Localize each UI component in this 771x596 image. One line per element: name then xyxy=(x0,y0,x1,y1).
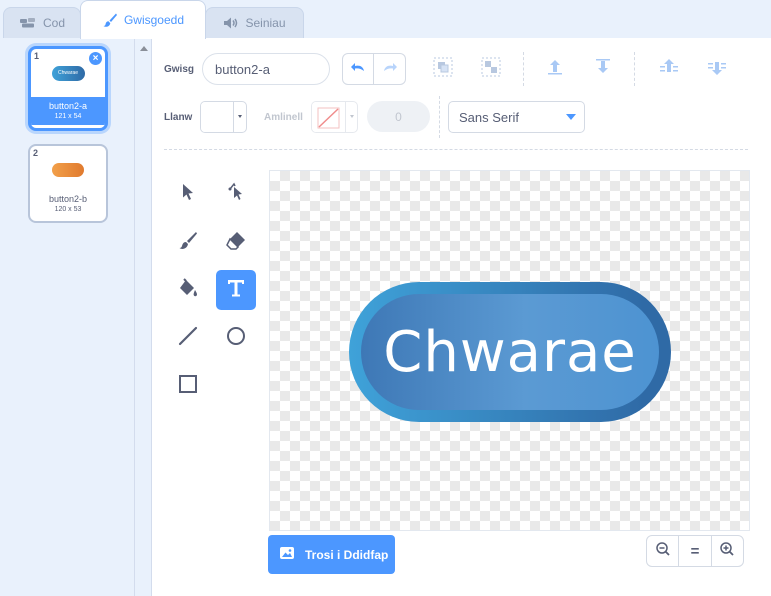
costume-info: button2-a 121 x 54 xyxy=(31,97,105,125)
tab-code-label: Cod xyxy=(42,16,65,30)
sidebar-scrollbar[interactable] xyxy=(135,38,152,596)
font-select[interactable]: Sans Serif xyxy=(448,101,585,133)
drawing-canvas[interactable]: Chwarae xyxy=(269,170,750,531)
speaker-icon xyxy=(223,16,239,30)
dropdown-caret-icon xyxy=(233,102,246,132)
toolbar-divider xyxy=(523,52,524,86)
thumbnail-button-text: Chwarae xyxy=(57,70,78,76)
costume-item-1[interactable]: 1 × Chwarae button2-a 121 x 54 xyxy=(28,46,108,131)
tab-sounds[interactable]: Seiniau xyxy=(205,7,304,38)
outline-none-swatch xyxy=(312,102,345,132)
zoom-controls: = xyxy=(646,535,744,567)
rectangle-icon xyxy=(177,373,199,400)
back-button[interactable] xyxy=(702,54,732,84)
arrow-bottom-icon xyxy=(706,57,728,82)
fill-tool[interactable] xyxy=(168,270,208,310)
arrow-up-icon xyxy=(545,57,565,82)
font-select-value: Sans Serif xyxy=(459,110,519,125)
brush-icon xyxy=(177,229,199,256)
delete-costume-button[interactable]: × xyxy=(89,52,102,65)
tab-costumes[interactable]: Gwisgoedd xyxy=(80,0,206,39)
backward-button[interactable] xyxy=(588,54,618,84)
costume-name-input[interactable]: button2-a xyxy=(202,53,330,85)
code-icon xyxy=(19,17,37,29)
scroll-up-arrow-icon[interactable] xyxy=(140,46,148,51)
outline-label: Amlinell xyxy=(264,112,303,123)
image-icon xyxy=(279,546,295,563)
zoom-in-icon xyxy=(719,541,735,562)
costume-name: button2-a xyxy=(48,101,88,111)
convert-to-bitmap-button[interactable]: Trosi i Ddidfap xyxy=(268,535,395,574)
undo-button[interactable] xyxy=(342,53,374,85)
paintbrush-icon xyxy=(102,12,118,28)
line-tool[interactable] xyxy=(168,318,208,358)
reshape-tool[interactable] xyxy=(216,174,256,214)
costume-button-text[interactable]: Chwarae xyxy=(383,320,637,385)
costume-button-shape[interactable]: Chwarae xyxy=(349,282,671,422)
fill-label: Llanw xyxy=(164,112,193,123)
group-button[interactable] xyxy=(428,54,458,84)
costume-number: 1 xyxy=(34,51,40,61)
costume-editor-app: Cod Gwisgoedd Seiniau 1 × Chwarae button… xyxy=(0,0,771,596)
brush-tool[interactable] xyxy=(168,222,208,262)
toolbar-divider xyxy=(164,149,748,150)
outline-color-picker[interactable] xyxy=(311,101,358,133)
tab-code[interactable]: Cod xyxy=(3,7,81,38)
convert-to-bitmap-label: Trosi i Ddidfap xyxy=(305,547,389,562)
paint-editor: Gwisg button2-a Llanw Amlinell 0 Sans Se… xyxy=(152,38,771,596)
ungroup-icon xyxy=(480,56,502,83)
arrow-down-icon xyxy=(593,57,613,82)
reshape-icon xyxy=(225,181,247,208)
toolbar-divider xyxy=(439,96,440,138)
costume-name: button2-b xyxy=(48,194,88,204)
ungroup-button[interactable] xyxy=(476,54,506,84)
thumbnail-button-shape: Chwarae xyxy=(51,65,85,81)
zoom-out-icon xyxy=(655,541,671,562)
thumbnail-button-shape xyxy=(52,163,84,177)
zoom-in-button[interactable] xyxy=(712,536,743,566)
costume-size: 121 x 54 xyxy=(54,113,82,120)
text-tool[interactable] xyxy=(216,270,256,310)
fill-color-picker[interactable] xyxy=(200,101,247,133)
select-tool[interactable] xyxy=(168,174,208,214)
undo-redo-group xyxy=(342,53,406,85)
dropdown-caret-icon xyxy=(566,114,576,120)
front-button[interactable] xyxy=(654,54,684,84)
costume-item-2[interactable]: 2 button2-b 120 x 53 xyxy=(28,144,108,223)
outline-width-input[interactable]: 0 xyxy=(367,101,430,132)
circle-tool[interactable] xyxy=(216,318,256,358)
costume-button-inner: Chwarae xyxy=(361,294,659,410)
tab-sounds-label: Seiniau xyxy=(245,16,286,30)
arrow-top-icon xyxy=(658,57,680,82)
costume-info: button2-b 120 x 53 xyxy=(30,194,106,218)
eraser-tool[interactable] xyxy=(216,222,256,262)
costume-name-label: Gwisg xyxy=(164,64,195,75)
zoom-reset-label: = xyxy=(690,542,700,560)
text-t-icon xyxy=(225,277,247,304)
costume-thumbnail xyxy=(30,146,106,194)
zoom-out-button[interactable] xyxy=(647,536,680,566)
redo-icon xyxy=(382,60,398,78)
line-icon xyxy=(177,325,199,352)
rectangle-tool[interactable] xyxy=(168,366,208,406)
forward-button[interactable] xyxy=(540,54,570,84)
costume-number: 2 xyxy=(33,148,39,158)
fill-color-swatch xyxy=(201,102,234,132)
arrow-pointer-icon xyxy=(178,182,198,207)
tab-bar: Cod Gwisgoedd Seiniau xyxy=(0,0,771,39)
costume-size: 120 x 53 xyxy=(54,206,82,213)
undo-icon xyxy=(350,60,366,78)
costume-list: 1 × Chwarae button2-a 121 x 54 2 button2… xyxy=(0,38,135,596)
tab-costumes-label: Gwisgoedd xyxy=(123,13,185,27)
zoom-reset-button[interactable]: = xyxy=(679,536,712,566)
paint-bucket-icon xyxy=(177,277,199,304)
toolbar-divider xyxy=(634,52,635,86)
circle-icon xyxy=(225,325,247,352)
group-icon xyxy=(432,56,454,83)
eraser-icon xyxy=(225,229,247,256)
redo-button[interactable] xyxy=(374,53,406,85)
dropdown-caret-icon xyxy=(345,102,357,132)
